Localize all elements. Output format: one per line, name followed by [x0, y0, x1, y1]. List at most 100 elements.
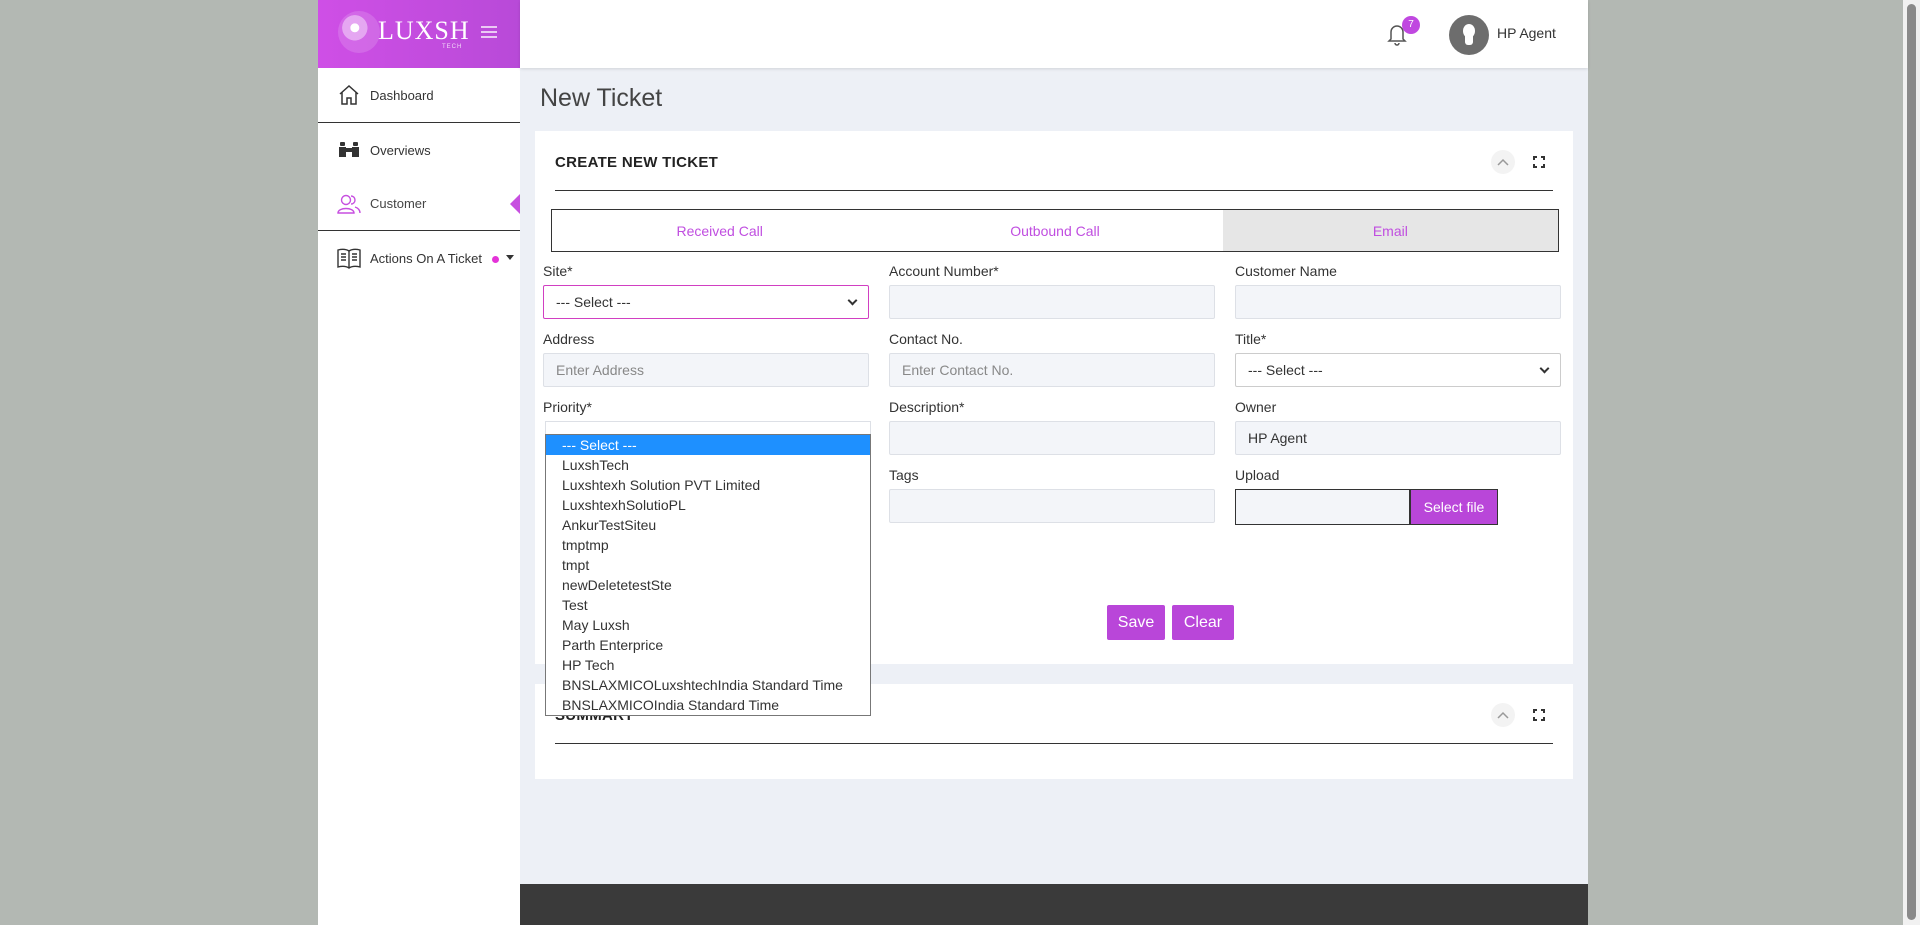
contact-no-label: Contact No. [889, 331, 963, 347]
tab-received-call[interactable]: Received Call [552, 210, 887, 251]
dropdown-option[interactable]: tmpt [546, 555, 870, 575]
sidebar-item-dashboard[interactable]: Dashboard [318, 68, 520, 123]
top-bar: 7 HP Agent [520, 0, 1588, 68]
customer-name-field: Customer Name [1235, 263, 1561, 319]
sidebar: LUXSH TECH Dashboard Overviews Customer [318, 0, 520, 925]
logo-icon [338, 11, 380, 53]
dropdown-option[interactable]: BNSLAXMICOLuxshtechIndia Standard Time [546, 675, 870, 695]
chevron-down-icon[interactable] [506, 255, 514, 260]
dropdown-option[interactable]: newDeletetestSte [546, 575, 870, 595]
dropdown-option[interactable]: --- Select --- [546, 435, 870, 455]
dropdown-option[interactable]: Luxshtexh Solution PVT Limited [546, 475, 870, 495]
save-button[interactable]: Save [1107, 605, 1165, 640]
binoculars-icon [336, 137, 362, 163]
collapse-button[interactable] [1491, 703, 1515, 727]
address-field: Address Enter Address [543, 331, 869, 387]
owner-field: Owner HP Agent [1235, 399, 1561, 455]
expand-icon [1533, 709, 1545, 721]
description-field: Description* [889, 399, 1215, 455]
site-field: Site* --- Select --- [543, 263, 869, 319]
description-input[interactable] [889, 421, 1215, 455]
description-label: Description* [889, 399, 965, 415]
brand-header: LUXSH TECH [318, 0, 520, 68]
customer-name-label: Customer Name [1235, 263, 1337, 279]
owner-label: Owner [1235, 399, 1277, 415]
priority-field: Priority* [543, 399, 869, 421]
notification-badge: 7 [1402, 16, 1420, 34]
scrollbar-thumb[interactable] [1907, 4, 1916, 920]
tags-label: Tags [889, 467, 919, 483]
users-icon [336, 191, 362, 217]
avatar[interactable] [1449, 15, 1489, 55]
chevron-down-icon [1539, 363, 1550, 373]
card-title: CREATE NEW TICKET [555, 154, 719, 171]
expand-icon [1533, 156, 1545, 168]
title-select[interactable]: --- Select --- [1235, 353, 1561, 387]
dropdown-option[interactable]: LuxshtexhSolutioPL [546, 495, 870, 515]
collapse-button[interactable] [1491, 150, 1515, 174]
contact-no-input[interactable]: Enter Contact No. [889, 353, 1215, 387]
chevron-up-icon [1497, 158, 1509, 166]
card-header: CREATE NEW TICKET [555, 131, 1553, 191]
dropdown-option[interactable]: tmptmp [546, 535, 870, 555]
site-label: Site* [543, 263, 573, 279]
page-title: New Ticket [540, 84, 663, 112]
account-number-field: Account Number* [889, 263, 1215, 319]
fullscreen-button[interactable] [1527, 150, 1551, 174]
tab-email[interactable]: Email [1222, 210, 1558, 251]
account-number-input[interactable] [889, 285, 1215, 319]
dropdown-option[interactable]: BNSLAXMICOIndia Standard Time [546, 695, 870, 715]
dropdown-option[interactable]: May Luxsh [546, 615, 870, 635]
contact-no-field: Contact No. Enter Contact No. [889, 331, 1215, 387]
dropdown-option[interactable]: Parth Enterprice [546, 635, 870, 655]
logo-text: LUXSH [378, 16, 470, 45]
scrollbar[interactable] [1903, 0, 1920, 925]
notification-dot [492, 256, 499, 263]
title-field: Title* --- Select --- [1235, 331, 1561, 387]
sidebar-item-actions-on-a-ticket[interactable]: Actions On A Ticket [318, 231, 520, 285]
clear-button[interactable]: Clear [1172, 605, 1234, 640]
fullscreen-button[interactable] [1527, 703, 1551, 727]
home-icon [336, 82, 362, 108]
customer-name-input[interactable] [1235, 285, 1561, 319]
address-input[interactable]: Enter Address [543, 353, 869, 387]
hamburger-menu-icon[interactable] [481, 26, 497, 38]
dropdown-option[interactable]: HP Tech [546, 655, 870, 675]
account-number-label: Account Number* [889, 263, 999, 279]
user-name[interactable]: HP Agent [1497, 25, 1556, 41]
dropdown-option[interactable]: LuxshTech [546, 455, 870, 475]
tags-field: Tags [889, 467, 1215, 523]
sidebar-item-label: Customer [370, 196, 427, 211]
dropdown-option[interactable]: AnkurTestSiteu [546, 515, 870, 535]
priority-select[interactable] [545, 421, 871, 435]
book-icon [336, 245, 362, 271]
upload-label: Upload [1235, 467, 1280, 483]
ticket-type-tabs: Received Call Outbound Call Email [551, 209, 1559, 252]
upload-control: Select file [1235, 489, 1561, 525]
upload-filename-input[interactable] [1235, 489, 1410, 525]
sidebar-item-label: Overviews [370, 142, 431, 158]
chevron-up-icon [1497, 711, 1509, 719]
site-select[interactable]: --- Select --- [543, 285, 869, 319]
sidebar-item-overviews[interactable]: Overviews [318, 123, 520, 177]
sidebar-item-label: Dashboard [370, 87, 434, 103]
app-frame: LUXSH TECH Dashboard Overviews Customer [318, 0, 1588, 925]
priority-dropdown-list[interactable]: --- Select --- LuxshTech Luxshtexh Solutio… [545, 434, 871, 716]
chevron-down-icon [847, 295, 858, 305]
sidebar-item-label: Actions On A Ticket [370, 250, 482, 266]
tags-input[interactable] [889, 489, 1215, 523]
title-select-value: --- Select --- [1248, 362, 1323, 378]
address-label: Address [543, 331, 595, 347]
site-select-value: --- Select --- [556, 294, 631, 310]
tab-outbound-call[interactable]: Outbound Call [887, 210, 1222, 251]
owner-input: HP Agent [1235, 421, 1561, 455]
logo-subtext: TECH [442, 44, 463, 50]
sidebar-item-customer[interactable]: Customer [318, 177, 520, 231]
priority-label: Priority* [543, 399, 593, 415]
title-label: Title* [1235, 331, 1267, 347]
upload-field: Upload Select file [1235, 467, 1561, 525]
dropdown-option[interactable]: Test [546, 595, 870, 615]
active-indicator [510, 194, 520, 214]
footer [520, 884, 1588, 925]
select-file-button[interactable]: Select file [1410, 489, 1498, 525]
